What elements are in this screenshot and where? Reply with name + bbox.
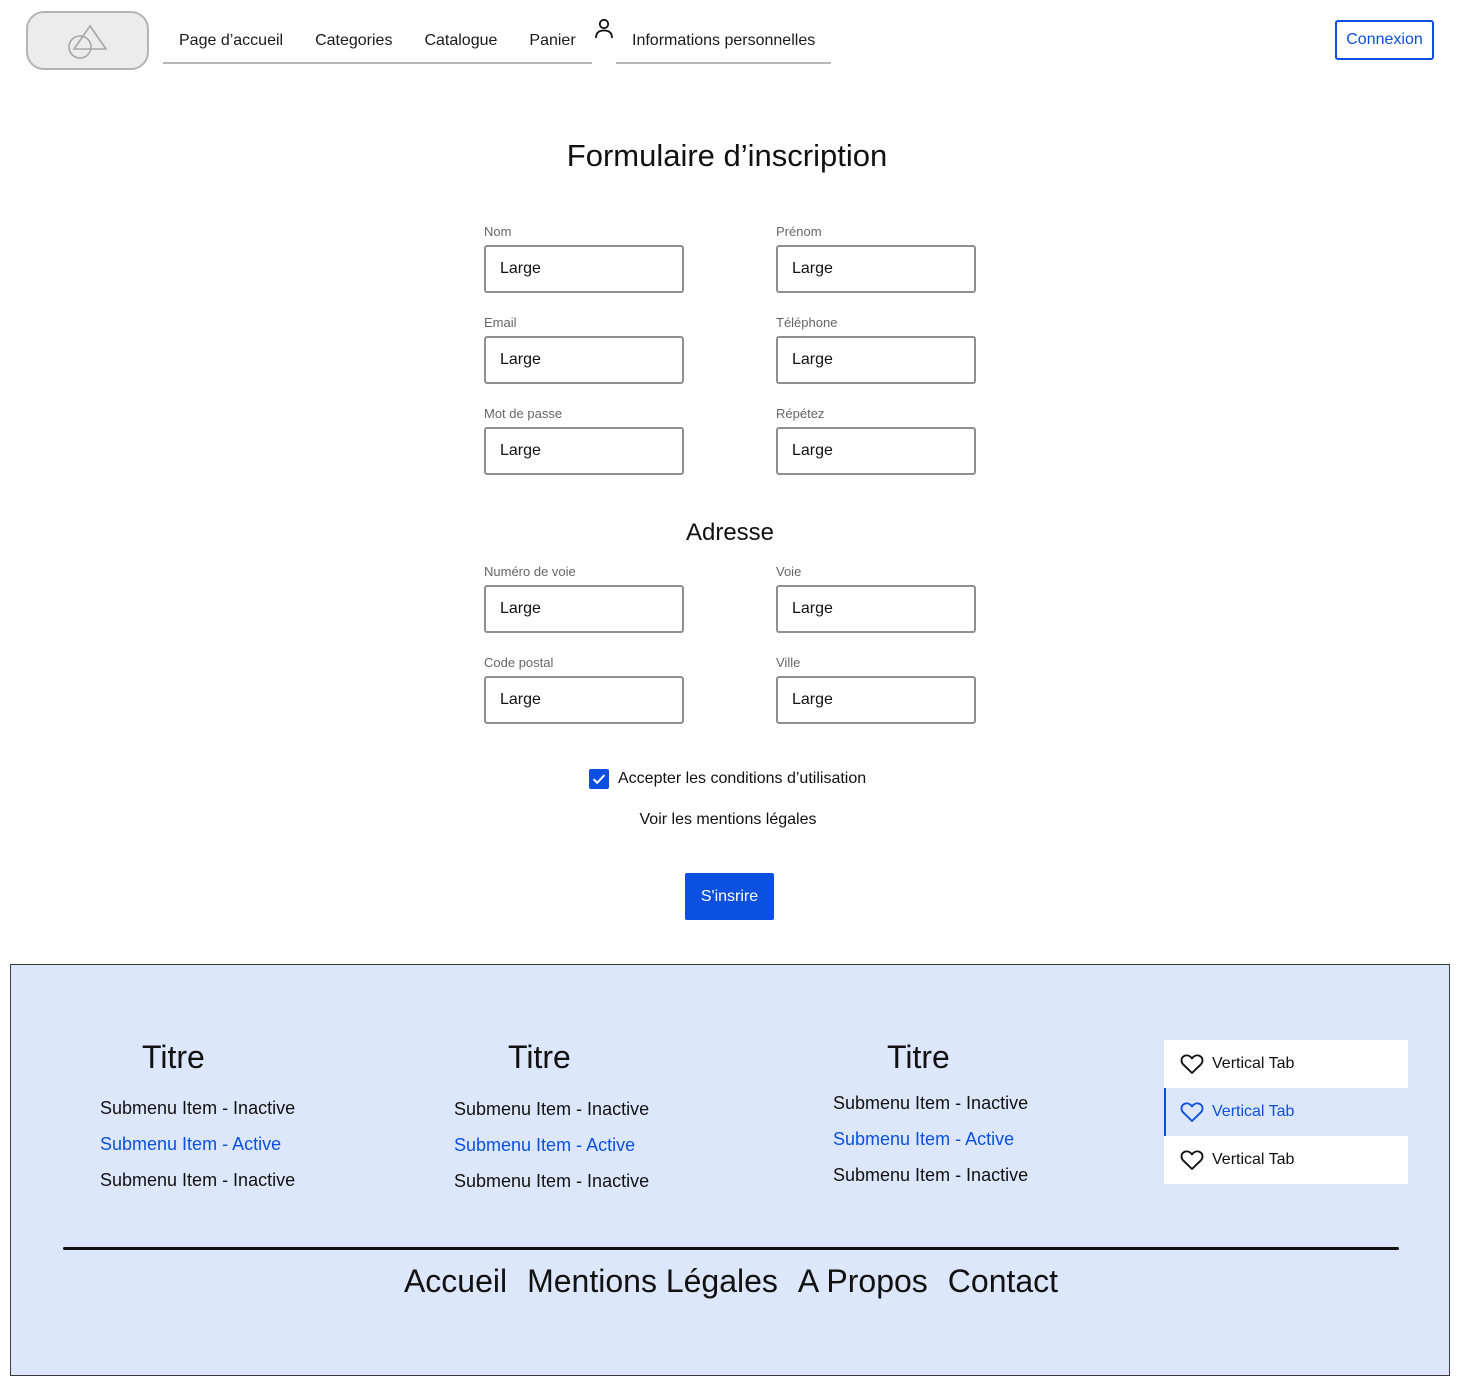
password-input[interactable]: Large xyxy=(484,427,684,475)
email-input[interactable]: Large xyxy=(484,336,684,384)
vertical-tab[interactable]: Vertical Tab xyxy=(1164,1136,1408,1184)
postal-code-input[interactable]: Large xyxy=(484,676,684,724)
footer-column-title: Titre xyxy=(887,1039,950,1075)
footer-submenu-item-active[interactable]: Submenu Item - Active xyxy=(833,1129,1014,1150)
vertical-tabs: Vertical Tab Vertical Tab Vertical Tab xyxy=(1164,1040,1408,1184)
account-nav: Informations personnelles xyxy=(616,22,832,64)
submit-button[interactable]: S'insrire xyxy=(685,873,774,920)
nav-item-catalogue[interactable]: Catalogue xyxy=(408,22,513,50)
shapes-logo-icon xyxy=(68,24,108,59)
street-field: Voie Large xyxy=(776,564,976,633)
checkmark-icon xyxy=(592,774,606,785)
main-nav-group: Page d’accueil Categories Catalogue Pani… xyxy=(163,22,592,64)
first-name-field: Prénom Large xyxy=(776,224,976,293)
footer-submenu-item[interactable]: Submenu Item - Inactive xyxy=(833,1165,1028,1186)
repeat-password-field: Répétez Large xyxy=(776,406,976,475)
field-label: Nom xyxy=(484,224,512,239)
vertical-tab[interactable]: Vertical Tab xyxy=(1164,1040,1408,1088)
field-label: Répétez xyxy=(776,406,825,421)
street-input[interactable]: Large xyxy=(776,585,976,633)
postal-code-field: Code postal Large xyxy=(484,655,684,724)
page-title: Formulaire d’inscription xyxy=(566,138,888,173)
footer-link-legal[interactable]: Mentions Légales xyxy=(527,1263,778,1300)
email-field: Email Large xyxy=(484,315,684,384)
terms-row: Accepter les conditions d’utilisation xyxy=(589,769,866,789)
city-field: Ville Large xyxy=(776,655,976,724)
vertical-tab-label: Vertical Tab xyxy=(1212,1055,1295,1072)
footer-submenu-item-active[interactable]: Submenu Item - Active xyxy=(100,1134,281,1155)
terms-label: Accepter les conditions d’utilisation xyxy=(618,770,867,787)
field-label: Téléphone xyxy=(776,315,838,330)
footer-submenu-item-active[interactable]: Submenu Item - Active xyxy=(454,1135,635,1156)
phone-field: Téléphone Large xyxy=(776,315,976,384)
nav-item-cart[interactable]: Panier xyxy=(513,22,591,50)
footer: Titre Submenu Item - Inactive Submenu It… xyxy=(10,964,1450,1376)
footer-divider xyxy=(63,1247,1399,1250)
first-name-input[interactable]: Large xyxy=(776,245,976,293)
heart-icon xyxy=(1180,1102,1204,1122)
city-input[interactable]: Large xyxy=(776,676,976,724)
logo[interactable] xyxy=(26,11,149,70)
vertical-tab-active[interactable]: Vertical Tab xyxy=(1164,1088,1408,1136)
heart-icon xyxy=(1180,1054,1204,1074)
footer-submenu-item[interactable]: Submenu Item - Inactive xyxy=(100,1098,295,1119)
nav-item-personal-info[interactable]: Informations personnelles xyxy=(616,22,831,50)
field-label: Numéro de voie xyxy=(484,564,576,579)
street-number-input[interactable]: Large xyxy=(484,585,684,633)
main-nav: Page d’accueil Categories Catalogue Pani… xyxy=(163,22,592,64)
address-section-title: Adresse xyxy=(685,519,775,546)
repeat-password-input[interactable]: Large xyxy=(776,427,976,475)
footer-submenu-item[interactable]: Submenu Item - Inactive xyxy=(833,1093,1028,1114)
phone-input[interactable]: Large xyxy=(776,336,976,384)
footer-link-about[interactable]: A Propos xyxy=(798,1263,928,1300)
field-label: Email xyxy=(484,315,517,330)
login-button[interactable]: Connexion xyxy=(1335,20,1434,60)
field-label: Voie xyxy=(776,564,802,579)
last-name-field: Nom Large xyxy=(484,224,684,293)
footer-link-home[interactable]: Accueil xyxy=(404,1263,507,1300)
street-number-field: Numéro de voie Large xyxy=(484,564,684,633)
password-field: Mot de passe Large xyxy=(484,406,684,475)
vertical-tab-label: Vertical Tab xyxy=(1212,1151,1295,1168)
terms-checkbox[interactable] xyxy=(589,769,609,789)
field-label: Ville xyxy=(776,655,801,670)
last-name-input[interactable]: Large xyxy=(484,245,684,293)
footer-column-title: Titre xyxy=(508,1039,571,1075)
nav-item-categories[interactable]: Categories xyxy=(299,22,408,50)
footer-column-title: Titre xyxy=(142,1039,205,1075)
field-label: Code postal xyxy=(484,655,554,670)
field-label: Prénom xyxy=(776,224,822,239)
footer-submenu-item[interactable]: Submenu Item - Inactive xyxy=(100,1170,295,1191)
heart-icon xyxy=(1180,1150,1204,1170)
footer-links: Accueil Mentions Légales A Propos Contac… xyxy=(11,1263,1451,1300)
legal-link[interactable]: Voir les mentions légales xyxy=(0,811,1456,829)
footer-submenu-item[interactable]: Submenu Item - Inactive xyxy=(454,1171,649,1192)
footer-link-contact[interactable]: Contact xyxy=(948,1263,1058,1300)
vertical-tab-label: Vertical Tab xyxy=(1212,1103,1295,1120)
field-label: Mot de passe xyxy=(484,406,563,421)
nav-item-home[interactable]: Page d’accueil xyxy=(163,22,299,50)
user-icon[interactable] xyxy=(594,18,614,40)
footer-submenu-item[interactable]: Submenu Item - Inactive xyxy=(454,1099,649,1120)
